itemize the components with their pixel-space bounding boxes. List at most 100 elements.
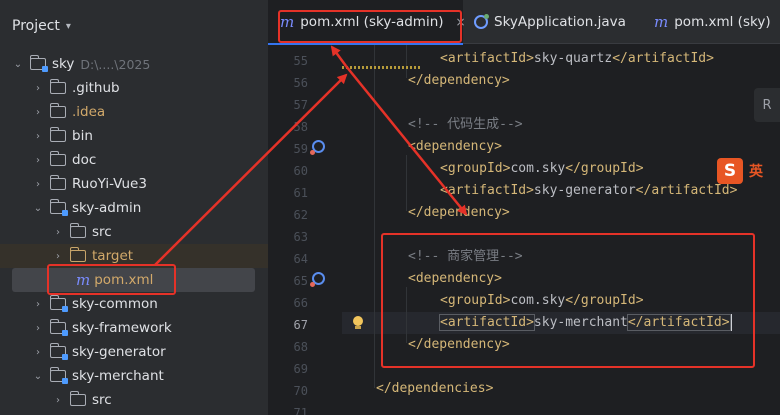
folder-icon [70,391,86,406]
lightbulb-icon[interactable] [352,316,364,330]
module-folder-icon [50,367,68,384]
line-number: 63 [293,230,308,244]
module-folder-icon [50,343,68,360]
module-folder-icon [50,319,68,336]
chevron-right-icon[interactable]: › [52,227,64,238]
tree-item-github[interactable]: › .github [0,76,268,100]
tab-label: pom.xml (sky) [674,14,771,30]
tab-label: SkyApplication.java [494,14,626,30]
code-line-59: <dependency> [408,139,502,154]
dependency-gutter-icon[interactable] [310,140,326,155]
chevron-right-icon[interactable]: › [52,251,64,262]
chevron-right-icon[interactable]: › [32,347,44,358]
chevron-down-icon[interactable]: ⌄ [32,203,44,214]
line-number: 61 [293,186,308,200]
tree-item-label: RuoYi-Vue3 [72,176,147,192]
tab-skyapplication[interactable]: SkyApplication.java [468,0,628,44]
module-folder-icon [50,199,68,216]
floating-action-button[interactable]: R [754,88,780,122]
folder-icon [50,175,66,190]
tree-item-label: .github [72,80,120,96]
line-number: 60 [293,164,308,178]
project-panel-header[interactable]: Project ▾ [0,0,268,52]
tree-item-src-merchant[interactable]: › src [0,388,268,412]
chevron-down-icon[interactable]: ▾ [66,21,71,32]
folder-icon [50,127,66,142]
chevron-right-icon[interactable]: › [32,179,44,190]
line-number: 68 [293,340,308,354]
tree-item-label: src [92,392,112,408]
tree-item-label: sky-admin [72,200,142,216]
code-line-56: </dependency> [408,73,510,88]
annotation-box-pom [47,264,176,295]
dependency-gutter-icon[interactable] [310,272,326,287]
folder-icon [50,103,66,118]
line-number: 55 [293,54,308,68]
tree-item-sky-generator[interactable]: › sky-generator [0,340,268,364]
tree-item-sky-admin[interactable]: ⌄ sky-admin [0,196,268,220]
maven-icon: m [654,13,669,31]
tree-item-label: sky [52,56,75,72]
project-panel: Project ▾ ⌄ sky D:\....\2025 › .github ›… [0,0,268,415]
code-line-70: </dependencies> [376,381,494,396]
warning-underline [342,66,422,69]
line-number: 56 [293,76,308,90]
tree-item-label: .idea [72,104,106,120]
code-line-61: <artifactId>sky-generator</artifactId> [440,183,738,198]
sogou-icon: S [717,158,743,184]
folder-icon [70,247,86,262]
tree-item-label: bin [72,128,93,144]
tree-item-ruoyi-vue3[interactable]: › RuoYi-Vue3 [0,172,268,196]
spring-boot-icon [474,14,489,29]
tree-item-doc[interactable]: › doc [0,148,268,172]
folder-icon [50,151,66,166]
tree-item-bin[interactable]: › bin [0,124,268,148]
line-number-gutter: 55 56 57 58 59 60 61 62 63 64 65 66 67 6… [268,45,342,415]
line-number: 57 [293,98,308,112]
tree-item-src[interactable]: › src [0,220,268,244]
chevron-right-icon[interactable]: › [32,155,44,166]
line-number: 69 [293,362,308,376]
tree-item-label: doc [72,152,97,168]
code-line-60: <groupId>com.sky</groupId> [440,161,644,176]
module-folder-icon [50,295,68,312]
tree-item-label: sky-generator [72,344,166,360]
line-number: 58 [293,120,308,134]
chevron-right-icon[interactable]: › [52,395,64,406]
annotation-box-dependency [381,233,755,368]
module-folder-icon [30,55,48,72]
tree-item-root[interactable]: ⌄ sky D:\....\2025 [0,52,268,76]
folder-icon [50,79,66,94]
line-number: 70 [293,384,308,398]
chevron-down-icon[interactable]: ⌄ [12,59,24,70]
chevron-right-icon[interactable]: › [32,131,44,142]
indent-guide [406,45,407,78]
tree-item-label: target [92,248,134,264]
line-number: 59 [293,142,308,156]
chevron-right-icon[interactable]: › [32,107,44,118]
tree-item-idea[interactable]: › .idea [0,100,268,124]
tree-item-sky-framework[interactable]: › sky-framework [0,316,268,340]
ime-indicator[interactable]: S 英 [717,158,763,184]
tree-item-label: src [92,224,112,240]
code-line-62: </dependency> [408,205,510,220]
line-number: 62 [293,208,308,222]
root-path: D:\....\2025 [80,56,151,72]
annotation-box-tab [278,10,462,43]
indent-guide [374,45,375,388]
tree-item-sky-merchant[interactable]: ⌄ sky-merchant [0,364,268,388]
indent-guide [406,155,407,211]
chevron-right-icon[interactable]: › [32,299,44,310]
ime-mode-label: 英 [749,164,763,180]
tree-item-label: sky-common [72,296,158,312]
tab-pom-sky[interactable]: m pom.xml (sky) [654,0,780,44]
chevron-down-icon[interactable]: ⌄ [32,371,44,382]
chevron-right-icon[interactable]: › [32,83,44,94]
project-panel-title: Project [12,18,60,34]
line-number-current: 67 [293,318,308,332]
folder-icon [70,223,86,238]
chevron-right-icon[interactable]: › [32,323,44,334]
line-number: 66 [293,296,308,310]
code-line-58: <!-- 代码生成--> [408,117,523,132]
tree-item-sky-common[interactable]: › sky-common [0,292,268,316]
